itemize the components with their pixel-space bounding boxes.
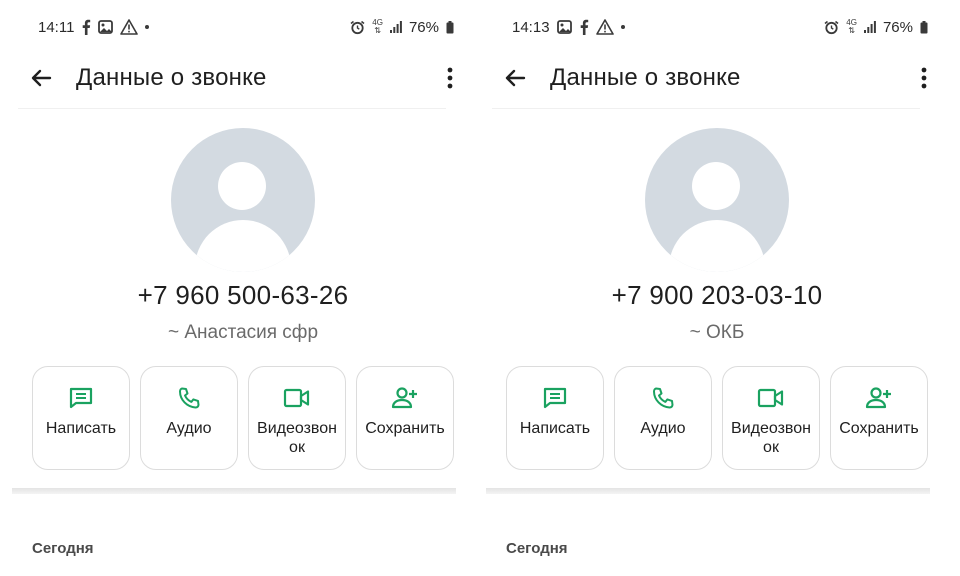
save-label: Сохранить [839, 420, 919, 437]
warning-icon [595, 19, 614, 35]
network-icon: 4G ⇅ [372, 18, 383, 35]
call-details-screen-right: 14:13 4G ⇅ 76% Данные о звонке +7 900 20… [474, 0, 948, 576]
save-contact-button[interactable]: Сохранить [356, 366, 454, 470]
add-person-icon [357, 385, 453, 411]
contact-phone-number: +7 960 500-63-26 [137, 280, 349, 310]
battery-percent: 76% [408, 18, 439, 36]
dot-icon [620, 25, 625, 29]
video-call-button[interactable]: Видеозвон ок [248, 366, 346, 470]
save-contact-button[interactable]: Сохранить [830, 366, 928, 470]
alarm-icon [350, 20, 365, 35]
section-divider [12, 488, 456, 494]
video-icon [723, 385, 819, 411]
header-divider [492, 108, 920, 109]
audio-label: Аудио [640, 420, 686, 437]
status-bar: 14:13 4G ⇅ 76% [512, 14, 928, 40]
contact-avatar [645, 128, 789, 272]
network-icon: 4G ⇅ [846, 18, 857, 35]
alarm-icon [824, 20, 839, 35]
action-buttons: Написать Аудио Видеозвон ок Сохранить [506, 366, 930, 472]
facebook-icon [579, 19, 589, 35]
add-person-icon [831, 385, 927, 411]
status-bar: 14:11 4G ⇅ 76% [38, 14, 454, 40]
avatar-head-shape [218, 162, 266, 210]
more-options-icon[interactable] [914, 64, 934, 92]
video-label: Видеозвон ок [257, 420, 337, 456]
section-label-today: Сегодня [32, 540, 94, 557]
audio-call-button[interactable]: Аудио [614, 366, 712, 470]
video-call-button[interactable]: Видеозвон ок [722, 366, 820, 470]
phone-icon [141, 385, 237, 411]
page-title: Данные о звонке [76, 64, 267, 91]
section-divider [486, 488, 930, 494]
avatar-head-shape [692, 162, 740, 210]
video-label: Видеозвон ок [731, 420, 811, 456]
audio-call-button[interactable]: Аудио [140, 366, 238, 470]
back-arrow-icon[interactable] [502, 65, 530, 91]
message-label: Написать [45, 420, 117, 437]
screenshot-pair: 14:11 4G ⇅ 76% Данные о звонке +7 960 50… [0, 0, 960, 576]
video-icon [249, 385, 345, 411]
contact-avatar [171, 128, 315, 272]
battery-icon [920, 20, 928, 34]
back-arrow-icon[interactable] [28, 65, 56, 91]
battery-icon [446, 20, 454, 34]
avatar-body-shape [195, 220, 291, 272]
facebook-icon [81, 19, 91, 35]
save-label: Сохранить [365, 420, 445, 437]
audio-label: Аудио [166, 420, 212, 437]
message-button[interactable]: Написать [506, 366, 604, 470]
battery-percent: 76% [882, 18, 913, 36]
message-icon [507, 385, 603, 411]
contact-name: ~ ОКБ [689, 322, 745, 343]
gallery-icon [98, 20, 114, 34]
contact-phone-number: +7 900 203-03-10 [611, 280, 823, 310]
message-icon [33, 385, 129, 411]
page-title: Данные о звонке [550, 64, 741, 91]
status-time: 14:13 [512, 18, 550, 36]
phone-icon [615, 385, 711, 411]
app-bar: Данные о звонке [474, 56, 948, 100]
warning-icon [120, 19, 139, 35]
gallery-icon [556, 20, 572, 34]
dot-icon [145, 25, 150, 29]
header-divider [18, 108, 446, 109]
contact-name: ~ Анастасия сфр [167, 322, 319, 343]
message-button[interactable]: Написать [32, 366, 130, 470]
signal-icon [863, 21, 876, 33]
signal-icon [389, 21, 402, 33]
avatar-body-shape [669, 220, 765, 272]
action-buttons: Написать Аудио Видеозвон ок Сохранить [32, 366, 456, 472]
call-details-screen-left: 14:11 4G ⇅ 76% Данные о звонке +7 960 50… [0, 0, 474, 576]
status-time: 14:11 [38, 18, 75, 36]
section-label-today: Сегодня [506, 540, 568, 557]
more-options-icon[interactable] [440, 64, 460, 92]
message-label: Написать [519, 420, 591, 437]
app-bar: Данные о звонке [0, 56, 474, 100]
